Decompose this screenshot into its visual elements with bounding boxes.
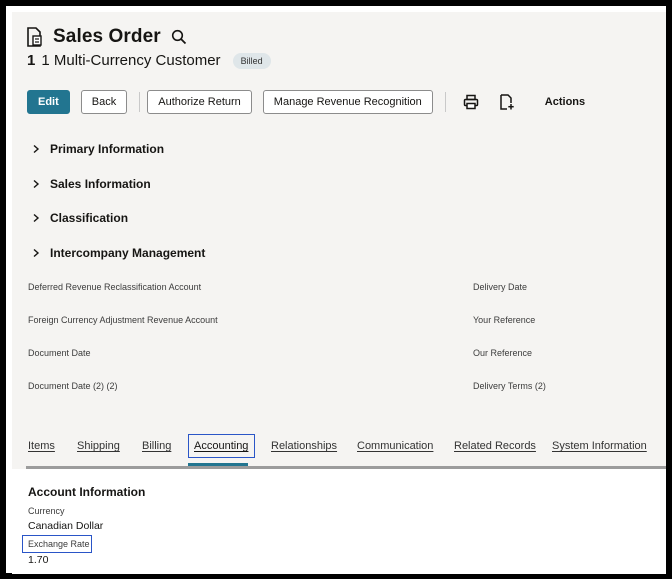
tab-shipping[interactable]: Shipping bbox=[77, 440, 120, 452]
search-icon[interactable] bbox=[171, 29, 187, 45]
section-primary-information[interactable]: Primary Information bbox=[31, 142, 164, 156]
back-button[interactable]: Back bbox=[80, 90, 128, 114]
record-subtitle: 1 1 Multi-Currency Customer Billed bbox=[27, 52, 271, 69]
exchange-rate-value: 1.70 bbox=[28, 554, 49, 566]
page-title: Sales Order bbox=[53, 26, 161, 47]
section-sales-information[interactable]: Sales Information bbox=[31, 177, 151, 191]
accounting-tab-panel: Account Information Currency Canadian Do… bbox=[12, 469, 666, 574]
section-classification[interactable]: Classification bbox=[31, 211, 128, 225]
tab-items[interactable]: Items bbox=[28, 440, 55, 452]
field-label-document-date-2: Document Date (2) (2) bbox=[28, 381, 118, 391]
tab-related-records[interactable]: Related Records bbox=[454, 440, 536, 452]
field-label-our-reference: Our Reference bbox=[473, 348, 533, 358]
tab-communication[interactable]: Communication bbox=[357, 440, 433, 452]
currency-label: Currency bbox=[28, 506, 65, 516]
chevron-right-icon bbox=[33, 179, 40, 189]
toolbar-separator bbox=[139, 92, 141, 112]
tab-accounting[interactable]: Accounting bbox=[194, 440, 248, 452]
tab-billing[interactable]: Billing bbox=[142, 440, 171, 452]
section-intercompany-management[interactable]: Intercompany Management bbox=[31, 246, 205, 260]
edit-button[interactable]: Edit bbox=[27, 90, 70, 114]
section-label: Classification bbox=[50, 211, 129, 225]
print-icon[interactable] bbox=[463, 94, 479, 110]
actions-menu[interactable]: Actions bbox=[545, 96, 585, 108]
field-label-deferred-revenue: Deferred Revenue Reclassification Accoun… bbox=[28, 282, 202, 292]
status-badge: Billed bbox=[232, 52, 271, 69]
field-label-delivery-terms: Delivery Terms (2) bbox=[473, 381, 546, 391]
exchange-rate-label: Exchange Rate bbox=[28, 539, 90, 549]
currency-value: Canadian Dollar bbox=[28, 520, 104, 532]
record-page: Sales Order 1 1 Multi-Currency Customer … bbox=[12, 12, 666, 574]
field-label-your-reference: Your Reference bbox=[473, 315, 536, 325]
chevron-right-icon bbox=[33, 144, 40, 154]
chevron-right-icon bbox=[33, 213, 40, 223]
section-label: Intercompany Management bbox=[50, 246, 206, 260]
manage-revenue-recognition-button[interactable]: Manage Revenue Recognition bbox=[262, 90, 433, 114]
chevron-right-icon bbox=[33, 248, 40, 258]
subtab-bar: Items Shipping Billing Accounting Relati… bbox=[12, 432, 666, 468]
section-label: Primary Information bbox=[50, 142, 165, 156]
field-label-document-date: Document Date bbox=[28, 348, 91, 358]
tab-system-information[interactable]: System Information bbox=[552, 440, 647, 452]
document-icon bbox=[27, 27, 42, 47]
field-label-fx-adjustment: Foreign Currency Adjustment Revenue Acco… bbox=[28, 315, 218, 325]
section-label: Sales Information bbox=[50, 177, 151, 191]
record-number: 1 bbox=[27, 52, 36, 69]
toolbar: Edit Back Authorize Return Manage Revenu… bbox=[27, 90, 585, 114]
authorize-return-button[interactable]: Authorize Return bbox=[147, 90, 252, 114]
tab-relationships[interactable]: Relationships bbox=[271, 440, 337, 452]
field-label-delivery-date: Delivery Date bbox=[473, 282, 528, 292]
account-information-heading: Account Information bbox=[28, 485, 146, 499]
screenshot-frame: Sales Order 1 1 Multi-Currency Customer … bbox=[0, 0, 672, 579]
new-document-icon[interactable] bbox=[499, 94, 515, 110]
toolbar-separator bbox=[444, 92, 446, 112]
customer-name: 1 Multi-Currency Customer bbox=[41, 52, 221, 69]
title-row: Sales Order bbox=[27, 26, 187, 48]
